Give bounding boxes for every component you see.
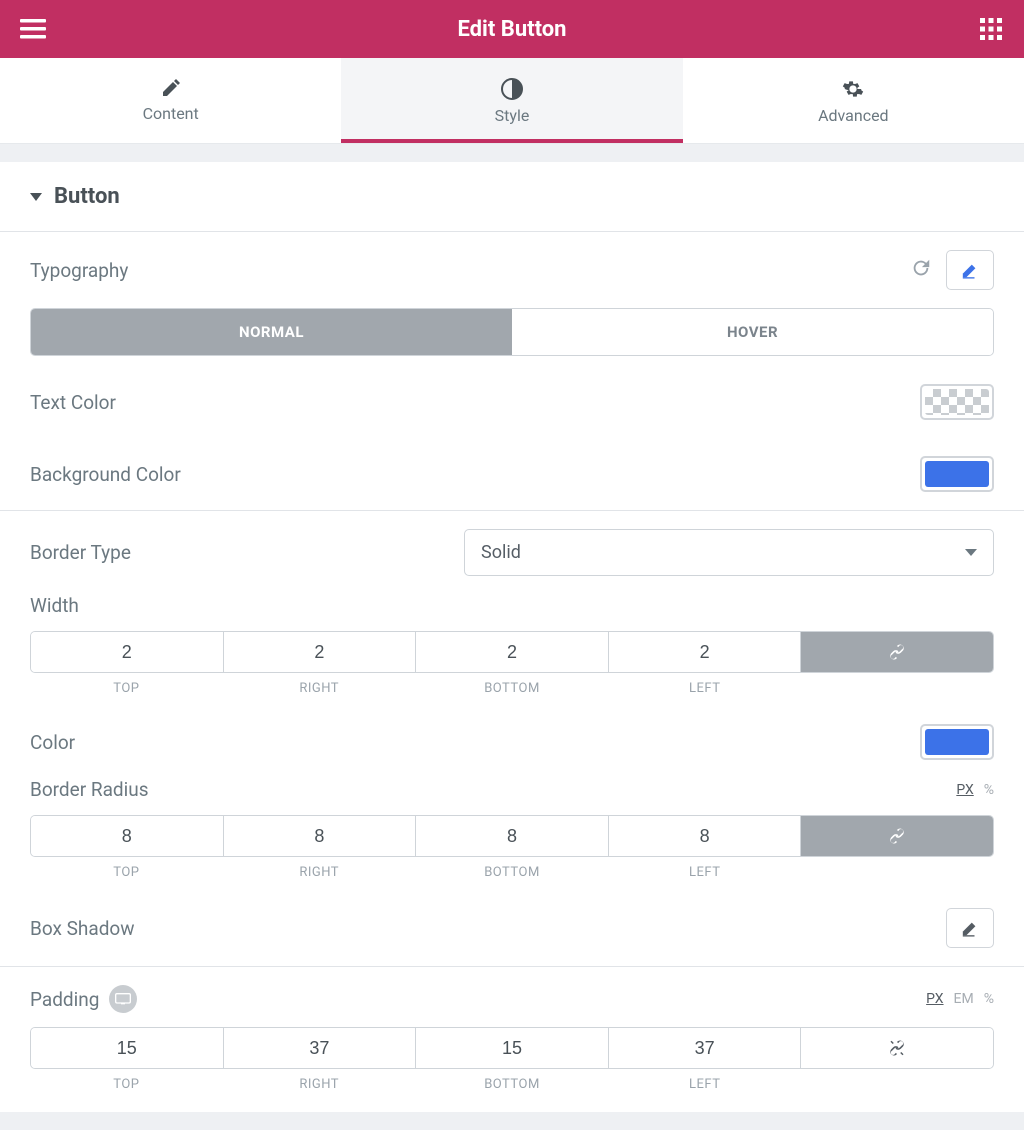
padding-group: Padding PX EM % TOP RIGHT BOTTOM LEFT . (0, 967, 1024, 1102)
width-right-input[interactable] (224, 632, 416, 672)
padding-left-input[interactable] (609, 1028, 801, 1068)
box-shadow-edit-button[interactable] (946, 908, 994, 948)
border-type-label: Border Type (30, 541, 131, 564)
width-group: Width TOP RIGHT BOTTOM LEFT . (0, 594, 1024, 706)
state-tabs: NORMAL HOVER (30, 308, 994, 356)
radius-right-sublabel: RIGHT (223, 865, 416, 880)
tab-content-label: Content (0, 104, 341, 123)
padding-bottom-input[interactable] (416, 1028, 608, 1068)
link-icon (888, 827, 906, 845)
color-swatch-icon (925, 461, 989, 487)
padding-units: PX EM % (926, 991, 994, 1007)
width-label: Width (30, 594, 79, 617)
caret-down-icon (30, 193, 42, 201)
footer-divider (0, 1112, 1024, 1130)
width-top-input[interactable] (31, 632, 223, 672)
chevron-down-icon (965, 549, 977, 556)
widgets-grid-icon[interactable] (976, 14, 1006, 44)
tabs-divider (0, 144, 1024, 162)
padding-unit-px[interactable]: PX (926, 991, 943, 1007)
text-color-row: Text Color (0, 366, 1024, 438)
contrast-icon (341, 78, 682, 100)
section-toggle-button[interactable]: Button (0, 162, 1024, 231)
width-left-input[interactable] (609, 632, 801, 672)
editor-header: Edit Button (0, 0, 1024, 58)
radius-unit-px[interactable]: PX (956, 782, 973, 798)
pencil-icon (0, 78, 341, 98)
box-shadow-row: Box Shadow (0, 890, 1024, 966)
state-tab-hover[interactable]: HOVER (512, 309, 993, 355)
gear-icon (683, 78, 1024, 100)
box-shadow-label: Box Shadow (30, 917, 135, 940)
color-swatch-icon (925, 729, 989, 755)
text-color-picker[interactable] (920, 384, 994, 420)
radius-left-input[interactable] (609, 816, 801, 856)
width-bottom-input[interactable] (416, 632, 608, 672)
text-color-label: Text Color (30, 391, 116, 414)
radius-top-input[interactable] (31, 816, 223, 856)
padding-top-sublabel: TOP (30, 1077, 223, 1092)
responsive-icon[interactable] (109, 985, 137, 1013)
menu-icon[interactable] (18, 14, 48, 44)
padding-unit-pct[interactable]: % (984, 991, 994, 1007)
border-type-select[interactable]: Solid (464, 529, 994, 576)
width-top-sublabel: TOP (30, 681, 223, 696)
radius-bottom-sublabel: BOTTOM (416, 865, 609, 880)
section-title: Button (54, 184, 120, 209)
unlink-icon (888, 1039, 906, 1057)
checker-swatch-icon (925, 389, 989, 415)
reset-icon[interactable] (910, 257, 932, 283)
padding-right-sublabel: RIGHT (223, 1077, 416, 1092)
width-right-sublabel: RIGHT (223, 681, 416, 696)
radius-inputs (30, 815, 994, 857)
typography-row: Typography (0, 232, 1024, 308)
radius-left-sublabel: LEFT (608, 865, 801, 880)
border-color-picker[interactable] (920, 724, 994, 760)
radius-label: Border Radius (30, 778, 149, 801)
link-icon (888, 643, 906, 661)
state-tab-normal[interactable]: NORMAL (31, 309, 512, 355)
radius-right-input[interactable] (224, 816, 416, 856)
padding-link-toggle[interactable] (801, 1028, 993, 1068)
tab-style[interactable]: Style (341, 58, 682, 143)
padding-bottom-sublabel: BOTTOM (416, 1077, 609, 1092)
panel-tabs: Content Style Advanced (0, 58, 1024, 144)
radius-top-sublabel: TOP (30, 865, 223, 880)
padding-unit-em[interactable]: EM (954, 991, 974, 1007)
width-bottom-sublabel: BOTTOM (416, 681, 609, 696)
tab-content[interactable]: Content (0, 58, 341, 143)
radius-bottom-input[interactable] (416, 816, 608, 856)
typography-label: Typography (30, 259, 128, 282)
border-type-row: Border Type Solid (0, 511, 1024, 594)
width-inputs (30, 631, 994, 673)
tab-style-label: Style (341, 106, 682, 125)
tab-advanced[interactable]: Advanced (683, 58, 1024, 143)
radius-link-toggle[interactable] (801, 816, 993, 856)
width-link-toggle[interactable] (801, 632, 993, 672)
bg-color-label: Background Color (30, 463, 181, 486)
border-color-label: Color (30, 731, 75, 754)
radius-units: PX % (956, 782, 994, 798)
typography-edit-button[interactable] (946, 250, 994, 290)
tab-advanced-label: Advanced (683, 106, 1024, 125)
padding-top-input[interactable] (31, 1028, 223, 1068)
bg-color-row: Background Color (0, 438, 1024, 510)
padding-inputs (30, 1027, 994, 1069)
padding-right-input[interactable] (224, 1028, 416, 1068)
radius-group: Border Radius PX % TOP RIGHT BOTTOM LEFT… (0, 778, 1024, 890)
page-title: Edit Button (48, 17, 976, 42)
border-color-row: Color (0, 706, 1024, 778)
padding-left-sublabel: LEFT (608, 1077, 801, 1092)
padding-label: Padding (30, 988, 99, 1011)
width-left-sublabel: LEFT (608, 681, 801, 696)
border-type-value: Solid (481, 542, 521, 563)
bg-color-picker[interactable] (920, 456, 994, 492)
radius-unit-pct[interactable]: % (984, 782, 994, 798)
